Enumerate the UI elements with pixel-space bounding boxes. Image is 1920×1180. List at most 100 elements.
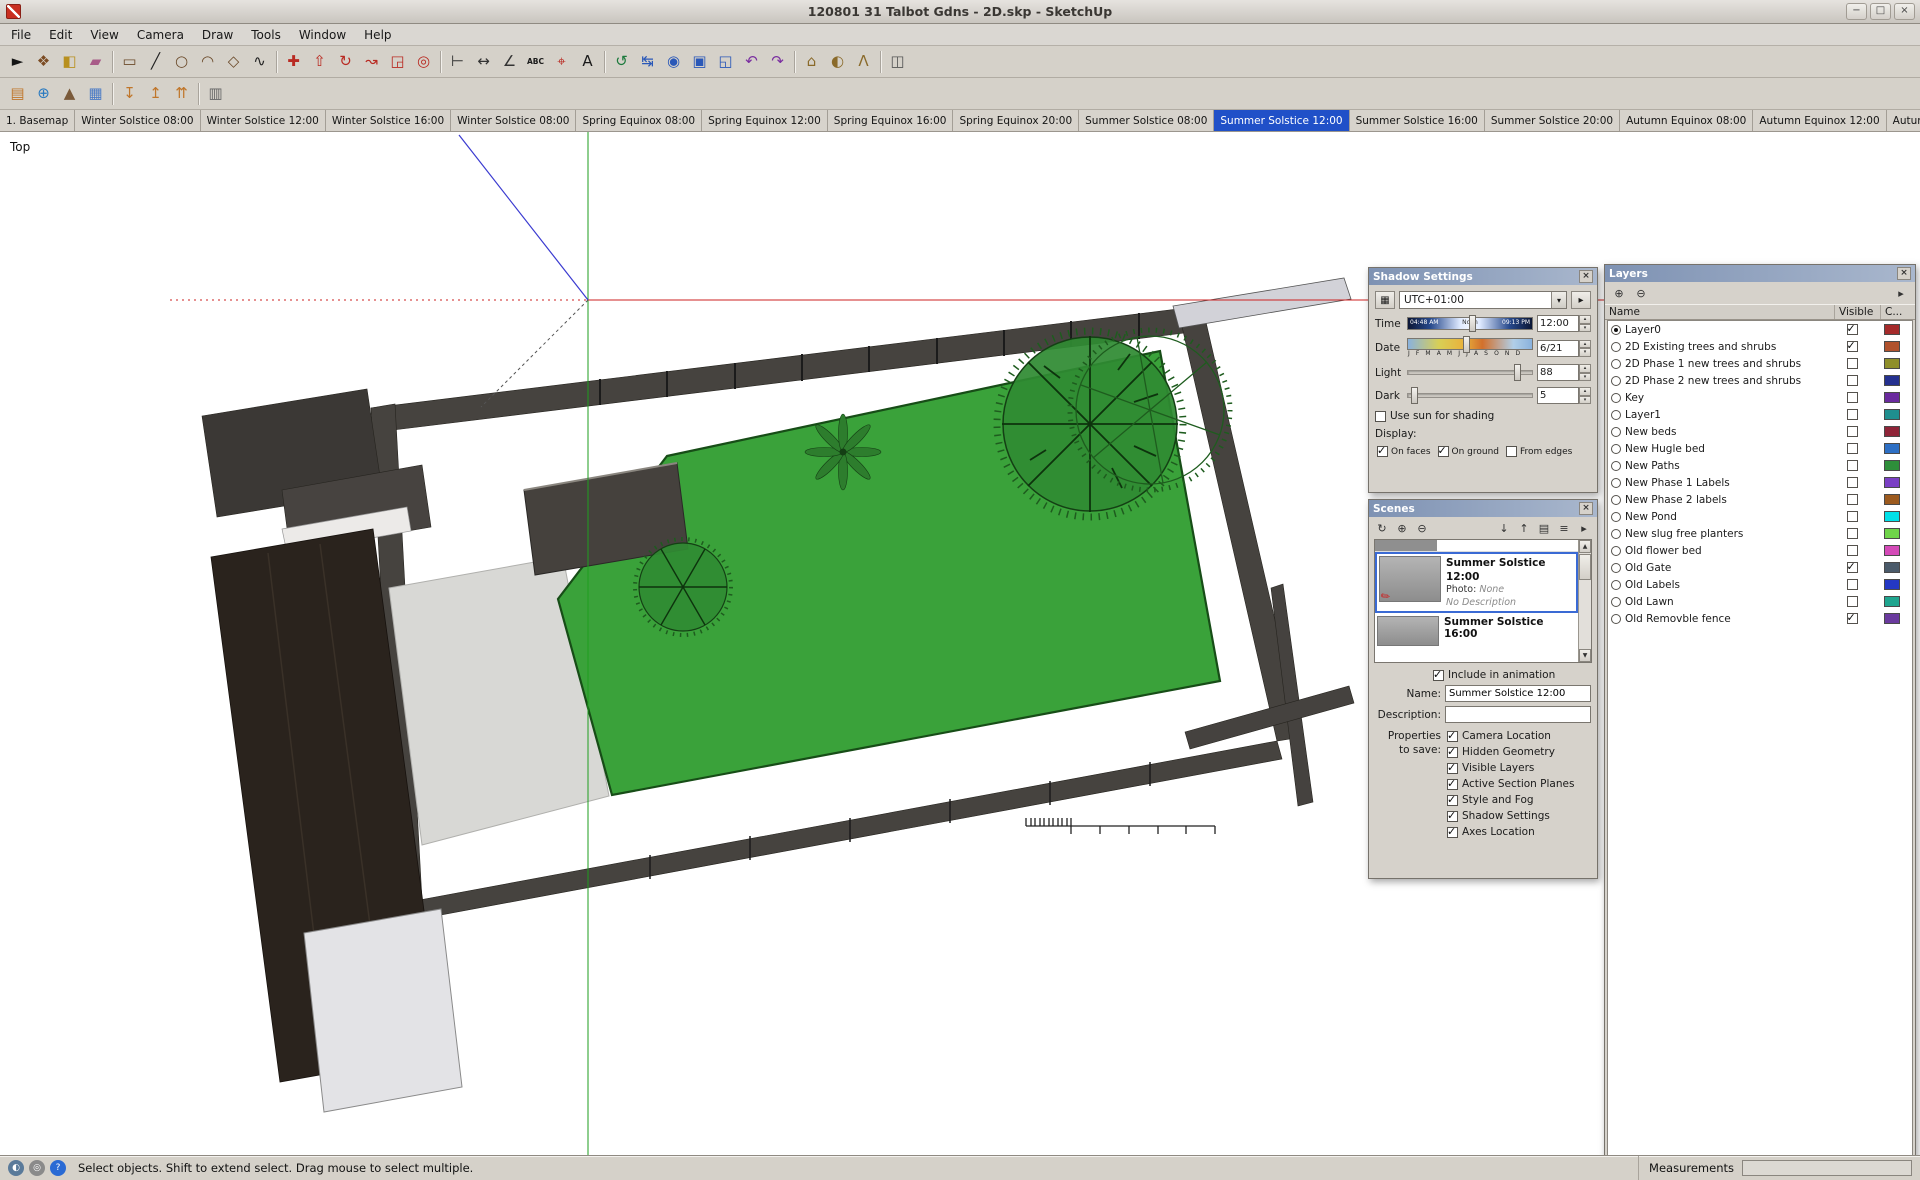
next-view-icon[interactable]: ↷ [765, 49, 790, 74]
layer-color-swatch[interactable] [1884, 511, 1900, 522]
scene-row-partial[interactable] [1375, 540, 1578, 552]
layer-color-swatch[interactable] [1884, 341, 1900, 352]
previous-view-icon[interactable]: ↶ [739, 49, 764, 74]
dark-value[interactable]: 5 [1537, 387, 1579, 404]
scene-list-scrollbar[interactable]: ▲ ▼ [1578, 540, 1591, 662]
layer-color-swatch[interactable] [1884, 579, 1900, 590]
close-button[interactable]: × [1894, 3, 1915, 20]
menu-item[interactable]: Tools [242, 26, 290, 44]
layer-current-radio[interactable] [1611, 427, 1621, 437]
help-icon[interactable]: ? [50, 1160, 66, 1176]
send-to-layout-icon[interactable]: ▥ [203, 81, 228, 106]
spin-up-icon[interactable]: ▴ [1579, 315, 1591, 324]
layer-visible-checkbox[interactable] [1847, 562, 1858, 573]
expand-details-button[interactable]: ▸ [1571, 291, 1591, 309]
layer-current-radio[interactable] [1611, 512, 1621, 522]
walk-tool-icon[interactable]: Λ [851, 49, 876, 74]
layer-color-swatch[interactable] [1884, 426, 1900, 437]
layer-color-swatch[interactable] [1884, 562, 1900, 573]
remove-layer-icon[interactable]: ⊖ [1632, 285, 1650, 301]
include-animation-checkbox[interactable] [1433, 670, 1444, 681]
tape-measure-icon[interactable]: ⊢ [445, 49, 470, 74]
zoom-tool-icon[interactable]: ◉ [661, 49, 686, 74]
layer-color-swatch[interactable] [1884, 409, 1900, 420]
time-slider-thumb[interactable] [1469, 315, 1476, 332]
layer-row[interactable]: 2D Phase 1 new trees and shrubs [1608, 355, 1912, 372]
light-value[interactable]: 88 [1537, 364, 1579, 381]
layer-color-swatch[interactable] [1884, 392, 1900, 403]
close-icon[interactable]: × [1579, 502, 1593, 515]
shadow-settings-titlebar[interactable]: Shadow Settings × [1369, 268, 1597, 285]
layer-visible-checkbox[interactable] [1847, 477, 1858, 488]
get-models-icon[interactable]: ↧ [117, 81, 142, 106]
layer-color-swatch[interactable] [1884, 477, 1900, 488]
date-slider[interactable] [1407, 338, 1533, 350]
layer-color-swatch[interactable] [1884, 545, 1900, 556]
scene-tab[interactable]: Autumn Equinox 16:00 [1887, 110, 1920, 131]
scene-tab[interactable]: Summer Solstice 16:00 [1350, 110, 1485, 131]
column-header-visible[interactable]: Visible [1835, 305, 1881, 319]
layer-visible-checkbox[interactable] [1847, 375, 1858, 386]
close-icon[interactable]: × [1897, 267, 1911, 280]
layer-row[interactable]: New Pond [1608, 508, 1912, 525]
scale-bar[interactable] [1026, 818, 1215, 834]
scene-tab[interactable]: 1. Basemap [0, 110, 75, 131]
layer-visible-checkbox[interactable] [1847, 579, 1858, 590]
use-sun-checkbox[interactable] [1375, 411, 1386, 422]
layer-current-radio[interactable] [1611, 393, 1621, 403]
layer-color-swatch[interactable] [1884, 358, 1900, 369]
property-checkbox[interactable] [1447, 731, 1458, 742]
layer-current-radio[interactable] [1611, 325, 1621, 335]
layer-row[interactable]: Layer0 [1608, 321, 1912, 338]
share-models-icon[interactable]: ↥ [143, 81, 168, 106]
layer-current-radio[interactable] [1611, 444, 1621, 454]
layer-current-radio[interactable] [1611, 376, 1621, 386]
layer-current-radio[interactable] [1611, 461, 1621, 471]
property-checkbox[interactable] [1447, 795, 1458, 806]
section-plane-icon[interactable]: ◫ [885, 49, 910, 74]
layer-current-radio[interactable] [1611, 529, 1621, 539]
layer-row[interactable]: 2D Phase 2 new trees and shrubs [1608, 372, 1912, 389]
layer-color-swatch[interactable] [1884, 613, 1900, 624]
layer-visible-checkbox[interactable] [1847, 545, 1858, 556]
spin-down-icon[interactable]: ▾ [1579, 373, 1591, 382]
scene-tab[interactable]: Summer Solstice 12:00 [1214, 110, 1349, 131]
time-value[interactable]: 12:00 [1537, 315, 1579, 332]
column-header-color[interactable]: C... [1881, 305, 1915, 319]
select-tool-icon[interactable]: ► [5, 49, 30, 74]
scene-tab[interactable]: Winter Solstice 08:00 [75, 110, 200, 131]
scene-tab[interactable]: Winter Solstice 08:00 [451, 110, 576, 131]
photo-textures-icon[interactable]: ▦ [83, 81, 108, 106]
layer-color-swatch[interactable] [1884, 375, 1900, 386]
layer-row[interactable]: New Phase 2 labels [1608, 491, 1912, 508]
zoom-window-icon[interactable]: ▣ [687, 49, 712, 74]
position-camera-icon[interactable]: ⌂ [799, 49, 824, 74]
spin-up-icon[interactable]: ▴ [1579, 387, 1591, 396]
layer-row[interactable]: New Paths [1608, 457, 1912, 474]
close-icon[interactable]: × [1579, 270, 1593, 283]
menu-item[interactable]: Window [290, 26, 355, 44]
layer-visible-checkbox[interactable] [1847, 426, 1858, 437]
claim-credit-icon[interactable]: ◎ [29, 1160, 45, 1176]
scene-description-input[interactable] [1445, 706, 1591, 723]
display-option-checkbox[interactable] [1377, 446, 1388, 457]
maximize-button[interactable]: □ [1870, 3, 1891, 20]
scroll-up-icon[interactable]: ▲ [1579, 540, 1591, 553]
get-current-view-icon[interactable]: ▤ [5, 81, 30, 106]
menu-item[interactable]: Edit [40, 26, 81, 44]
move-scene-up-icon[interactable]: ↑ [1515, 520, 1533, 536]
property-checkbox[interactable] [1447, 747, 1458, 758]
layer-row[interactable]: Old Lawn [1608, 593, 1912, 610]
scene-tab[interactable]: Winter Solstice 16:00 [326, 110, 451, 131]
paint-bucket-icon[interactable]: ◧ [57, 49, 82, 74]
layer-color-swatch[interactable] [1884, 528, 1900, 539]
layer-current-radio[interactable] [1611, 342, 1621, 352]
scene-tab[interactable]: Spring Equinox 12:00 [702, 110, 828, 131]
toggle-terrain-icon[interactable]: ▲ [57, 81, 82, 106]
add-scene-icon[interactable]: ⊕ [1393, 520, 1411, 536]
scene-tab[interactable]: Summer Solstice 20:00 [1485, 110, 1620, 131]
scene-name-input[interactable] [1445, 685, 1591, 702]
menu-item[interactable]: Camera [128, 26, 193, 44]
neighbor-wall-wedge[interactable] [1173, 278, 1351, 328]
property-checkbox[interactable] [1447, 779, 1458, 790]
